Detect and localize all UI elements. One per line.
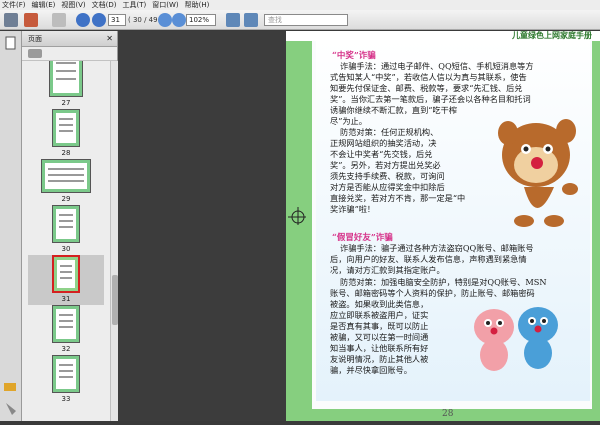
search-input[interactable]: 查找 (264, 14, 348, 26)
section-title-prize-scam: “中奖”诈骗 (332, 51, 376, 61)
page-header-title: 儿童绿色上网家庭手册 (512, 31, 592, 40)
pages-icon (5, 36, 16, 50)
section1-line: 诱骗你继续不断汇款，直到“吃干榨 (330, 105, 457, 115)
fit-page-icon[interactable] (226, 13, 240, 27)
section1-line: 式告知某人“中奖”，若收信人信以为真与其联系，使告 (330, 72, 527, 82)
options-menu-icon[interactable] (28, 49, 42, 58)
section1-line: 不会让中奖者“先交钱，后兑 (330, 149, 433, 159)
comments-icon (4, 383, 16, 391)
navigation-strip (0, 31, 22, 421)
menu-file[interactable]: 文件(F) (2, 0, 26, 10)
section1-line: 知要先付保证金、邮费、税款等，要求“先汇钱、后兑 (330, 83, 523, 93)
pages-panel-title: 页面 (28, 35, 42, 43)
page-number-input[interactable]: 31 (108, 14, 126, 26)
thumbnail-label: 27 (61, 99, 71, 107)
crosshair-cursor-icon (288, 207, 306, 225)
next-page-icon[interactable] (92, 13, 106, 27)
fit-width-icon[interactable] (244, 13, 258, 27)
zoom-out-icon[interactable] (158, 13, 172, 27)
section1-line: 直接兑奖，若对方不肯，那一定是“中 (330, 193, 466, 203)
pages-panel: 页面 ✕ 27 28 29 30 31 32 33 (22, 31, 118, 421)
menu-view[interactable]: 视图(V) (61, 0, 85, 10)
section1-line: 奖诈骗”啦！ (330, 204, 376, 214)
menu-bar: 文件(F) 编辑(E) 视图(V) 文档(D) 工具(T) 窗口(W) 帮助(H… (0, 0, 600, 10)
print-icon[interactable] (4, 13, 18, 27)
close-panel-icon[interactable]: ✕ (106, 31, 113, 47)
menu-window[interactable]: 窗口(W) (152, 0, 178, 10)
thumbnail-list: 27 28 29 30 31 32 33 (22, 61, 110, 421)
attachments-icon (6, 403, 16, 415)
thumbnail-label: 28 (61, 149, 71, 157)
thumbnail-item[interactable]: 29 (28, 159, 104, 205)
thumbnail-label: 30 (61, 245, 71, 253)
section2-line: 应立即联系被盗用户，证实 (330, 310, 429, 320)
menu-edit[interactable]: 编辑(E) (32, 0, 56, 10)
menu-document[interactable]: 文档(D) (92, 0, 117, 10)
section2-line: 诈骗手法：骗子通过各种方法盗窃QQ账号、邮箱账号 (340, 243, 534, 253)
thumbnail-label: 32 (61, 345, 71, 353)
thumbnail-item[interactable]: 30 (28, 205, 104, 255)
previous-page-icon[interactable] (76, 13, 90, 27)
section2-line: 骗，并尽快拿回账号。 (330, 365, 412, 375)
section2-line: 是否真有其事，既可以防止 (330, 321, 429, 331)
section2-line: 知当事人，让他联系所有好 (330, 343, 429, 353)
section1-line: 防范对策：任何正规机构、 (340, 127, 439, 137)
panel-options-bar (22, 47, 117, 61)
pages-panel-header: 页面 ✕ (22, 31, 117, 47)
zoom-in-icon[interactable] (172, 13, 186, 27)
thumbnail-label: 33 (61, 395, 71, 403)
section1-line: 奖”。另外，若对方提出兑奖必 (330, 160, 441, 170)
section-title-fake-friend-scam: “假冒好友”诈骗 (332, 233, 393, 243)
menu-help[interactable]: 帮助(H) (185, 0, 210, 10)
thumbnail-item[interactable]: 28 (28, 109, 104, 159)
thumbnail-scrollbar[interactable] (110, 61, 118, 421)
pink-blue-mascots-illustration (474, 307, 558, 371)
section2-line: 被盗。如果收到此类信息， (330, 299, 429, 309)
section2-line: 况，请对方汇款到其指定账户。 (330, 265, 445, 275)
page-number-label: 28 (442, 409, 454, 419)
section1-line: 须先支持手续费、税款，可询问 (330, 171, 445, 181)
section1-line: 正规网站组织的抽奖活动，决 (330, 138, 437, 148)
section2-line: 被骗，又可以在第一时间通 (330, 332, 429, 342)
toolbar: 31 ( 30 / 49 ) 102% 查找 (0, 10, 600, 30)
email-icon[interactable] (24, 13, 38, 27)
thumbnail-item[interactable]: 33 (28, 355, 104, 405)
section1-line: 诈骗手法：通过电子邮件、QQ短信、手机短消息等方 (340, 61, 534, 71)
section1-line: 对方是否能从应得奖金中扣除后 (330, 182, 445, 192)
zoom-select[interactable]: 102% (186, 14, 216, 26)
section1-line: 奖”。当你汇去第一笔款后，骗子还会以各种名目和托词 (330, 94, 531, 104)
thumbnail-item-selected[interactable]: 31 (28, 255, 104, 305)
page-header-bar: 儿童绿色上网家庭手册 (286, 31, 600, 41)
thumbnail-label: 31 (61, 295, 71, 303)
document-page: 儿童绿色上网家庭手册 “中奖”诈骗 诈骗手法：通过电子邮件、QQ短信、手机短消息… (286, 31, 600, 421)
menu-tools[interactable]: 工具(T) (123, 0, 147, 10)
thumbnail-label: 29 (61, 195, 71, 203)
section2-line: 防范对策：加强电脑安全防护，特别是对QQ账号、MSN (340, 277, 547, 287)
document-view[interactable]: 儿童绿色上网家庭手册 “中奖”诈骗 诈骗手法：通过电子邮件、QQ短信、手机短消息… (118, 31, 600, 421)
section2-line: 友说明情况，防止其他人被 (330, 354, 429, 364)
brown-mascot-illustration (498, 119, 578, 227)
thumbnail-item[interactable]: 27 (28, 61, 104, 109)
hand-tool-icon[interactable] (52, 13, 66, 27)
section2-line: 后，向用户的好友、联系人发布信息，声称遇到紧急情 (330, 254, 527, 264)
thumbnail-item[interactable]: 32 (28, 305, 104, 355)
section1-line: 尽”为止。 (330, 116, 367, 126)
